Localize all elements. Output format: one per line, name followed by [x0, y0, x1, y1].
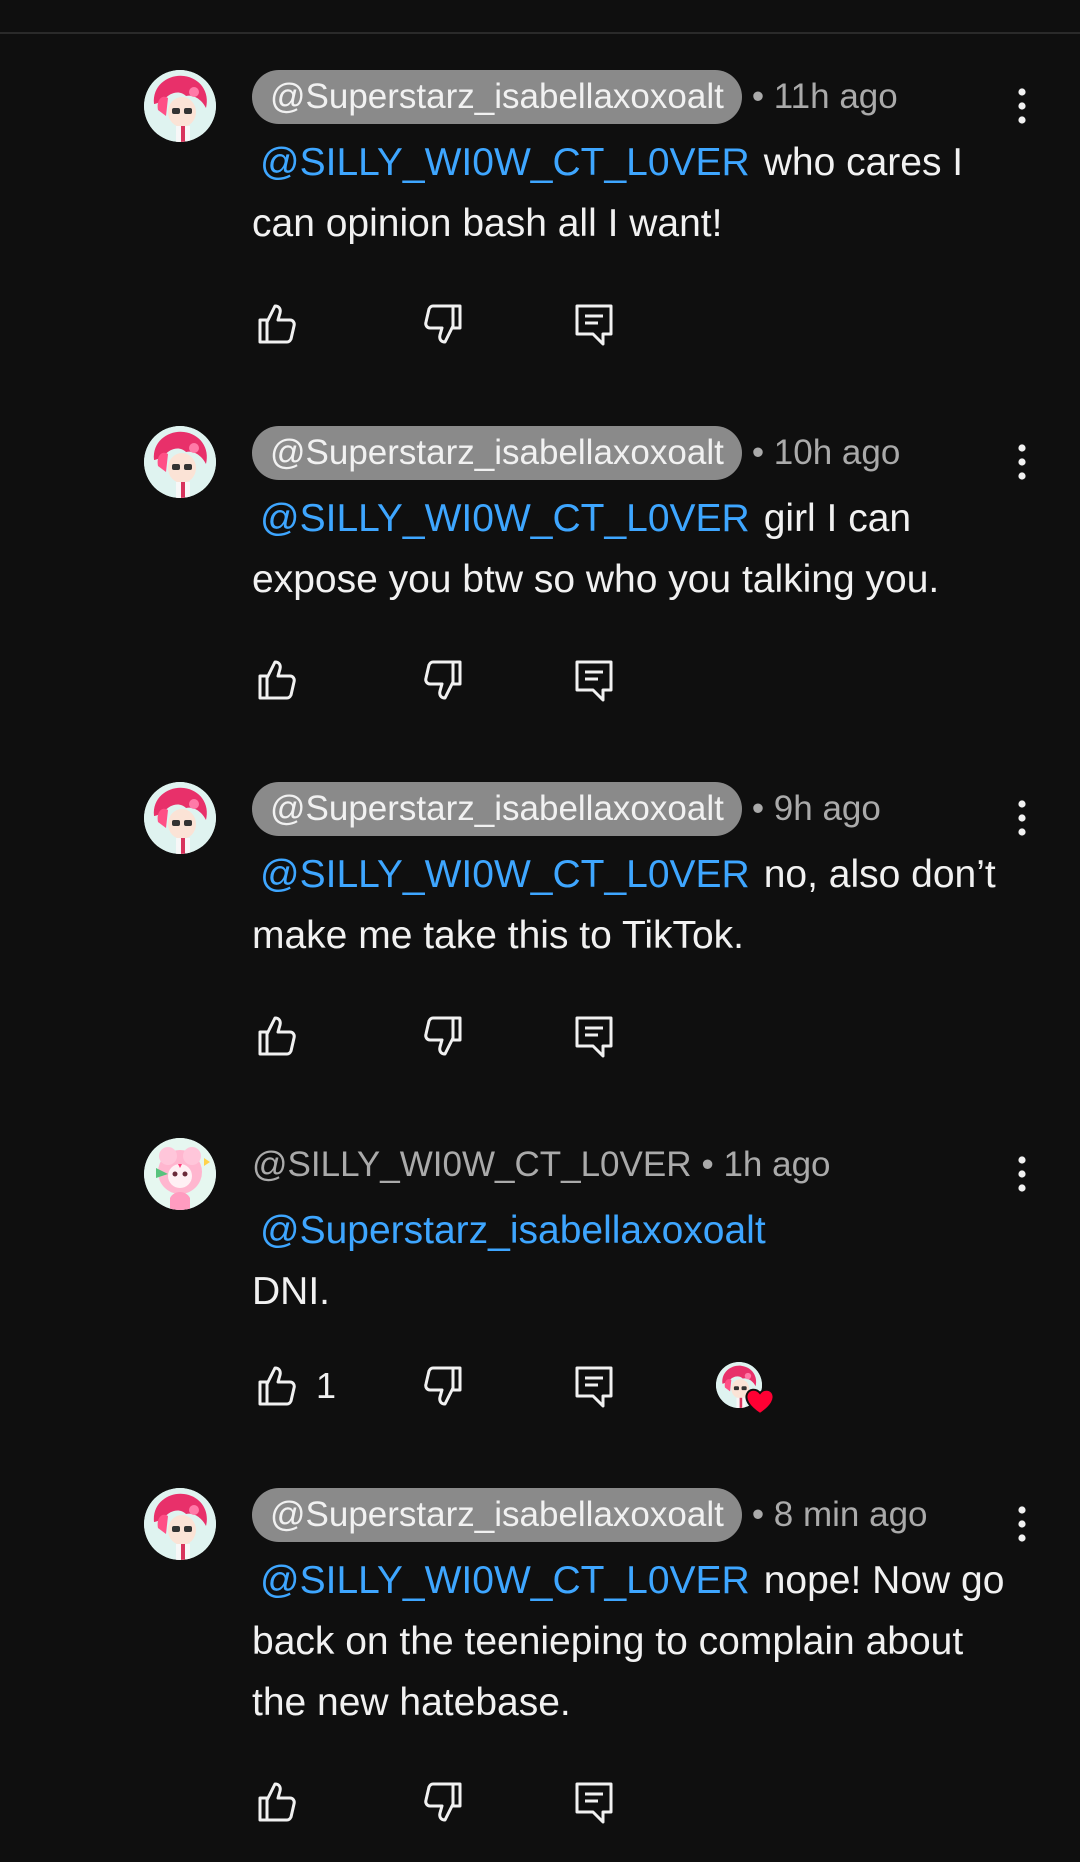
reply-button[interactable] — [570, 1358, 618, 1414]
reply-comment-icon — [570, 1362, 618, 1410]
like-button[interactable] — [252, 1774, 300, 1830]
dislike-button[interactable] — [420, 296, 468, 352]
top-divider — [0, 32, 1080, 34]
dislike-button[interactable] — [420, 1008, 468, 1064]
comment-header: @Superstarz_isabellaxoxoalt • 8 min ago — [252, 1488, 928, 1542]
avatar[interactable] — [144, 70, 216, 142]
author-handle[interactable]: @Superstarz_isabellaxoxoalt — [252, 426, 742, 480]
avatar[interactable] — [144, 426, 216, 498]
more-options-button[interactable] — [1002, 84, 1042, 128]
thumbs-down-icon — [420, 1778, 468, 1826]
reply-comment-icon — [570, 300, 618, 348]
thumbs-up-icon — [252, 1012, 300, 1060]
comment-text: @SILLY_WI0W_CT_L0VER girl I can expose yo… — [252, 488, 1012, 610]
creator-heart-badge — [716, 1362, 778, 1424]
comment-actions — [252, 296, 852, 352]
thumbs-up-icon — [252, 1778, 300, 1826]
thumbs-up-icon — [252, 656, 300, 704]
comment-time: • 1h ago — [701, 1145, 831, 1184]
dislike-button[interactable] — [420, 1774, 468, 1830]
more-vert-icon — [1012, 442, 1032, 482]
like-button[interactable] — [252, 652, 300, 708]
avatar[interactable] — [144, 1488, 216, 1560]
comment-text: @SILLY_WI0W_CT_L0VER who cares I can opin… — [252, 132, 1012, 254]
comment-text: @SILLY_WI0W_CT_L0VER nope! Now go back on… — [252, 1550, 1012, 1733]
author-handle[interactable]: @Superstarz_isabellaxoxoalt — [252, 782, 742, 836]
more-vert-icon — [1012, 1154, 1032, 1194]
comment-header: @Superstarz_isabellaxoxoalt • 11h ago — [252, 70, 898, 124]
comment-header: @Superstarz_isabellaxoxoalt • 9h ago — [252, 782, 881, 836]
more-vert-icon — [1012, 86, 1032, 126]
thumbs-up-icon — [252, 1362, 300, 1410]
comment-header: @Superstarz_isabellaxoxoalt • 10h ago — [252, 426, 900, 480]
mention-link[interactable]: @SILLY_WI0W_CT_L0VER — [260, 141, 750, 184]
comment-actions — [252, 1774, 852, 1830]
like-button[interactable]: 1 — [252, 1358, 336, 1414]
more-vert-icon — [1012, 798, 1032, 838]
mention-link[interactable]: @Superstarz_isabellaxoxoalt — [260, 1209, 766, 1252]
comment-time: • 8 min ago — [751, 1495, 928, 1534]
comment-time: • 10h ago — [751, 433, 901, 472]
mention-link[interactable]: @SILLY_WI0W_CT_L0VER — [260, 1559, 750, 1602]
dislike-button[interactable] — [420, 1358, 468, 1414]
more-options-button[interactable] — [1002, 440, 1042, 484]
mention-link[interactable]: @SILLY_WI0W_CT_L0VER — [260, 497, 750, 540]
reply-button[interactable] — [570, 652, 618, 708]
thumbs-down-icon — [420, 1012, 468, 1060]
reply-comment-icon — [570, 1778, 618, 1826]
thumbs-down-icon — [420, 300, 468, 348]
like-button[interactable] — [252, 1008, 300, 1064]
dislike-button[interactable] — [420, 652, 468, 708]
reply-button[interactable] — [570, 296, 618, 352]
comment-text: @Superstarz_isabellaxoxoalt DNI. — [252, 1200, 1012, 1322]
comment-actions — [252, 1008, 852, 1064]
comment-body: DNI. — [252, 1270, 330, 1313]
comment-actions — [252, 652, 852, 708]
avatar[interactable] — [144, 782, 216, 854]
comment-actions: 1 — [252, 1358, 852, 1416]
author-handle[interactable]: @Superstarz_isabellaxoxoalt — [252, 70, 742, 124]
comment-text: @SILLY_WI0W_CT_L0VER no, also don’t make … — [252, 844, 1012, 966]
author-handle[interactable]: @SILLY_WI0W_CT_L0VER — [252, 1145, 691, 1185]
like-count: 1 — [316, 1365, 337, 1406]
comment-header: @SILLY_WI0W_CT_L0VER • 1h ago — [252, 1138, 831, 1192]
thumbs-up-icon — [252, 300, 300, 348]
reply-button[interactable] — [570, 1008, 618, 1064]
more-options-button[interactable] — [1002, 796, 1042, 840]
comment-thread-screen: @Superstarz_isabellaxoxoalt • 11h ago @S… — [0, 0, 1080, 1862]
reply-comment-icon — [570, 1012, 618, 1060]
like-button[interactable] — [252, 296, 300, 352]
avatar[interactable] — [144, 1138, 216, 1210]
more-options-button[interactable] — [1002, 1502, 1042, 1546]
heart-icon — [745, 1388, 775, 1416]
reply-button[interactable] — [570, 1774, 618, 1830]
more-options-button[interactable] — [1002, 1152, 1042, 1196]
reply-comment-icon — [570, 656, 618, 704]
thumbs-down-icon — [420, 656, 468, 704]
author-handle[interactable]: @Superstarz_isabellaxoxoalt — [252, 1488, 742, 1542]
more-vert-icon — [1012, 1504, 1032, 1544]
mention-link[interactable]: @SILLY_WI0W_CT_L0VER — [260, 853, 750, 896]
thumbs-down-icon — [420, 1362, 468, 1410]
comment-time: • 11h ago — [751, 77, 898, 116]
comment-time: • 9h ago — [751, 789, 881, 828]
